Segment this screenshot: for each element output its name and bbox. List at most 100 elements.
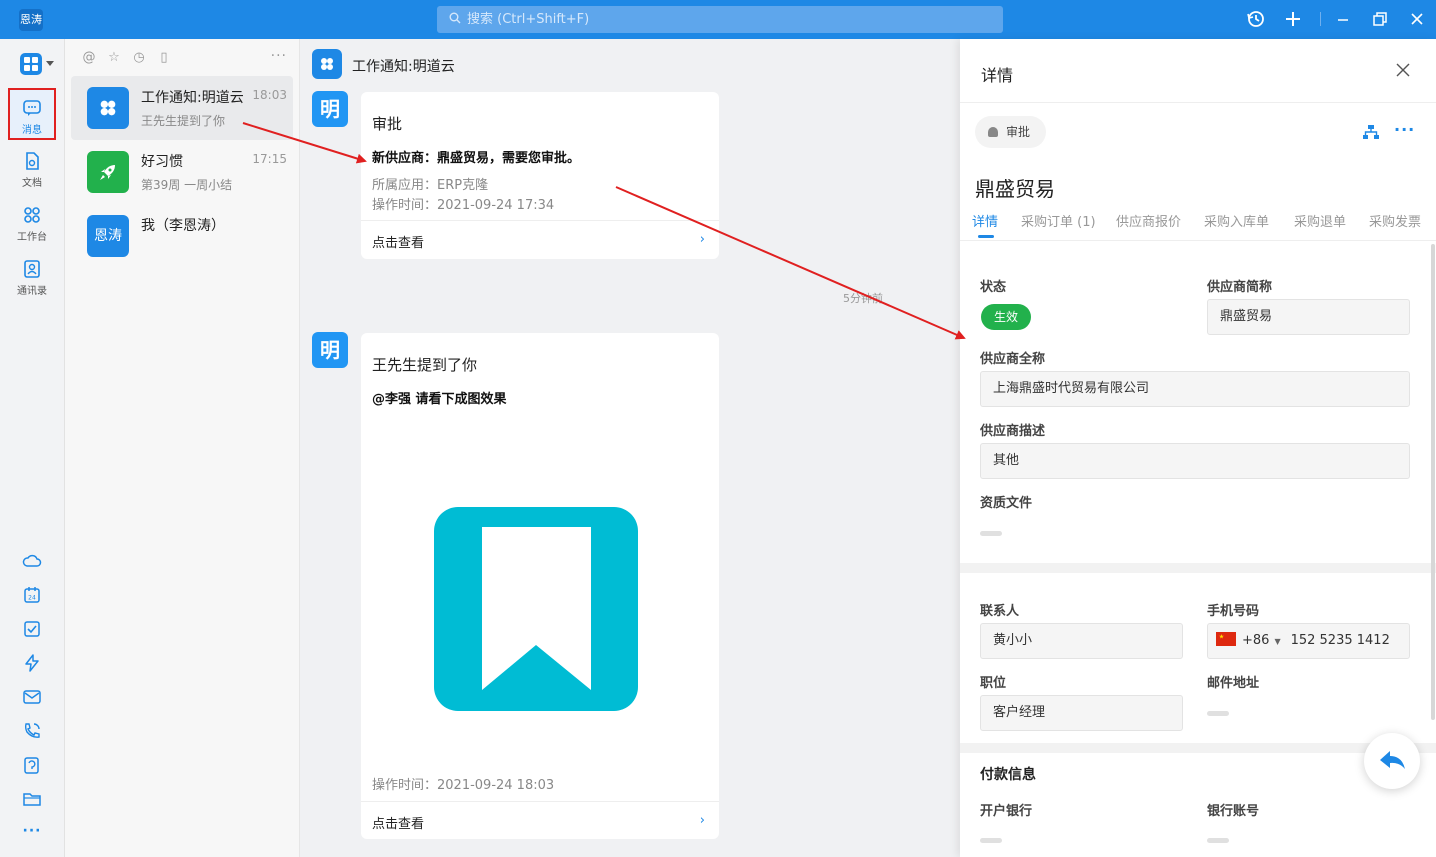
bank-label: 开户银行 <box>980 804 1033 819</box>
left-nav: 消息 文档 工作台 通讯录 24 ··· <box>0 39 65 857</box>
reply-icon <box>1380 751 1405 769</box>
good-habit-avatar <box>87 151 129 193</box>
email-label: 邮件地址 <box>1207 676 1260 691</box>
svg-text:24: 24 <box>28 595 36 602</box>
search-placeholder: 搜索 (Ctrl+Shift+F) <box>467 12 590 27</box>
global-search-input[interactable]: 搜索 (Ctrl+Shift+F) <box>437 6 1003 33</box>
rocket-icon <box>100 165 115 180</box>
person-icon <box>988 127 998 137</box>
nav-item-workbench[interactable]: 工作台 <box>8 197 56 249</box>
payment-section-title: 付款信息 <box>980 767 1036 783</box>
account-empty-placeholder <box>1207 838 1229 843</box>
china-flag-icon <box>1216 632 1236 646</box>
conversation-title: 工作通知:明道云 <box>141 90 244 106</box>
conversation-preview: 王先生提到了你 <box>141 114 226 128</box>
app-switcher-icon[interactable] <box>20 53 42 75</box>
tab-purchase-invoices[interactable]: 采购发票 <box>1369 211 1424 230</box>
nav-label: 文档 <box>22 178 42 189</box>
tab-details[interactable]: 详情 <box>972 211 998 230</box>
contacts-icon <box>24 260 40 278</box>
nav-item-contacts[interactable]: 通讯录 <box>8 251 56 303</box>
status-badge: 生效 <box>981 304 1031 330</box>
card-time: 操作时间：2021-09-24 17:34 <box>372 198 555 213</box>
more-icon[interactable]: ··· <box>1394 122 1415 138</box>
conversation-item-work-notice[interactable]: 工作通知:明道云 王先生提到了你 18:03 <box>71 76 293 140</box>
archive-icon[interactable]: ▯ <box>156 50 172 66</box>
close-icon[interactable] <box>1407 9 1427 29</box>
short-name-field[interactable]: 鼎盛贸易 <box>1207 299 1410 335</box>
restore-icon[interactable] <box>1370 9 1390 29</box>
phone-field[interactable]: +86 ▼ 152 5235 1412 <box>1207 623 1410 659</box>
task-check-icon[interactable] <box>22 619 42 639</box>
conversation-item-self[interactable]: 恩涛 我（李恩涛） <box>71 204 293 268</box>
contact-field[interactable]: 黄小小 <box>980 623 1183 659</box>
cloud-icon[interactable] <box>22 551 42 571</box>
short-name-label: 供应商简称 <box>1207 280 1273 295</box>
history-icon[interactable] <box>1246 9 1266 29</box>
card-divider <box>361 220 719 221</box>
tab-purchase-receipts[interactable]: 采购入库单 <box>1204 211 1269 230</box>
chevron-right-icon[interactable]: › <box>700 232 705 247</box>
view-link[interactable]: 点击查看 <box>372 813 424 832</box>
nav-item-documents[interactable]: 文档 <box>8 143 56 195</box>
search-icon <box>449 12 461 24</box>
message-icon <box>23 100 41 116</box>
detail-scrollbar[interactable] <box>1431 244 1435 720</box>
card-headline: 新供应商：鼎盛贸易，需要您审批。 <box>372 151 581 166</box>
work-notice-icon <box>312 49 342 79</box>
nav-item-messages[interactable]: 消息 <box>8 88 56 140</box>
chat-header: 工作通知:明道云 <box>300 39 960 89</box>
view-link[interactable]: 点击查看 <box>372 232 424 251</box>
chevron-down-icon[interactable]: ▼ <box>1274 637 1280 646</box>
lightning-icon[interactable] <box>22 653 42 673</box>
add-icon[interactable] <box>1283 9 1303 29</box>
more-icon[interactable]: ··· <box>22 823 42 843</box>
org-tree-icon[interactable] <box>1362 124 1380 140</box>
conversation-preview: 第39周 一周小结 <box>141 178 233 192</box>
card-title: 王先生提到了你 <box>372 356 478 374</box>
chevron-down-icon[interactable] <box>46 61 54 66</box>
card-app: 所属应用：ERP克隆 <box>372 178 489 193</box>
more-icon[interactable]: ··· <box>271 48 287 64</box>
phone-number: 152 5235 1412 <box>1290 633 1390 648</box>
full-name-field[interactable]: 上海鼎盛时代贸易有限公司 <box>980 371 1410 407</box>
position-label: 职位 <box>980 676 1007 691</box>
document-icon <box>26 152 39 170</box>
mail-icon[interactable] <box>22 687 42 707</box>
star-icon[interactable]: ☆ <box>106 50 122 66</box>
approval-chip[interactable]: 审批 <box>975 116 1046 148</box>
bookmark-image[interactable] <box>434 507 638 711</box>
call-icon[interactable] <box>22 721 42 741</box>
bookmark-icon <box>482 527 591 690</box>
close-icon[interactable] <box>1396 63 1410 77</box>
section-divider <box>960 563 1436 573</box>
description-label: 供应商描述 <box>980 424 1046 439</box>
chevron-right-icon[interactable]: › <box>700 813 705 828</box>
minimize-icon[interactable] <box>1333 9 1353 29</box>
reply-button[interactable] <box>1364 733 1420 789</box>
clover-icon <box>321 58 333 70</box>
tab-purchase-returns[interactable]: 采购退单 <box>1294 211 1346 230</box>
detail-tabs: 详情 采购订单 (1) 供应商报价 采购入库单 采购退单 采购发票 <box>960 211 1436 241</box>
card-divider <box>361 801 719 802</box>
conversation-item-good-habit[interactable]: 好习惯 第39周 一周小结 17:15 <box>71 140 293 204</box>
phone-country-code: +86 <box>1242 633 1270 648</box>
files-label: 资质文件 <box>980 496 1033 511</box>
knowledge-icon[interactable] <box>22 755 42 775</box>
files-empty-placeholder <box>980 531 1002 536</box>
calendar-24-icon[interactable]: 24 <box>22 585 42 605</box>
approval-message-card[interactable]: 审批 新供应商：鼎盛贸易，需要您审批。 所属应用：ERP克隆 操作时间：2021… <box>361 92 719 259</box>
at-icon[interactable]: @ <box>81 50 97 66</box>
mention-message-card[interactable]: 王先生提到了你 @李强 请看下成图效果 操作时间：2021-09-24 18:0… <box>361 333 719 839</box>
chat-panel: 工作通知:明道云 明 审批 新供应商：鼎盛贸易，需要您审批。 所属应用：ERP克… <box>300 39 960 857</box>
tab-supplier-quotes[interactable]: 供应商报价 <box>1116 211 1181 230</box>
clock-icon[interactable]: ◷ <box>131 50 147 66</box>
sender-avatar: 明 <box>312 332 348 368</box>
card-title: 审批 <box>372 115 403 133</box>
folder-icon[interactable] <box>22 789 42 809</box>
position-field[interactable]: 客户经理 <box>980 695 1183 731</box>
active-tab-indicator <box>978 235 994 238</box>
full-name-label: 供应商全称 <box>980 352 1046 367</box>
description-field[interactable]: 其他 <box>980 443 1410 479</box>
tab-purchase-orders[interactable]: 采购订单 (1) <box>1021 211 1096 230</box>
